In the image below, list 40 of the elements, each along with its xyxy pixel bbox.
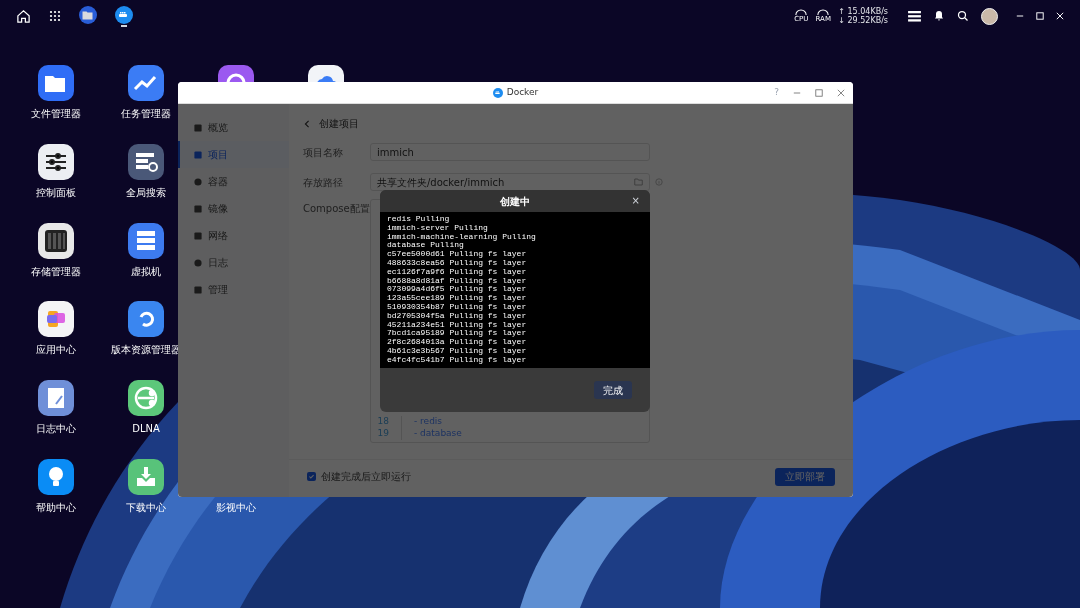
page-title: 创建项目 [319, 117, 359, 131]
app-label: 存储管理器 [31, 265, 81, 278]
log-line: 45211a234e51 Pulling fs layer [387, 320, 528, 329]
log-line: c57ee5000d61 Pulling fs layer [387, 250, 528, 259]
download-speed: ↓ 29.52KB/s [838, 16, 888, 25]
log-line: redis Pulling [387, 215, 451, 223]
app-label: 下载中心 [126, 502, 166, 514]
log-line: 510930354b87 Pulling fs layer [387, 302, 528, 311]
log-line: e4fc4fc541b7 Pulling fs layer [387, 355, 528, 365]
upload-speed: ↑ 15.04KB/s [838, 7, 888, 16]
field-label: 项目名称 [303, 145, 344, 160]
app-label: 任务管理器 [121, 108, 171, 120]
log-line: immich-server Pulling [387, 223, 488, 232]
app-label: 帮助中心 [36, 502, 76, 514]
log-line: database Pulling [387, 241, 464, 251]
app-label: 控制面板 [36, 186, 76, 199]
log-line: 7bcd1ca95189 Pulling fs layer [387, 329, 528, 339]
log-line: ec1126f7a9f6 Pulling fs layer [387, 267, 528, 276]
dialog-title: 创建中 [500, 194, 530, 209]
log-line: 4b61c3e3b567 Pulling fs layer [387, 346, 528, 355]
code-line: - database [413, 427, 462, 441]
code-line: - redis [413, 415, 443, 429]
log-line: 2f8c2684013a Pulling fs layer [387, 338, 528, 347]
field-label: 存放路径 [303, 175, 344, 190]
log-line: bd2705304f5a Pulling fs layer [387, 311, 528, 320]
line-number: 19 [376, 427, 389, 441]
line-number: 18 [376, 415, 389, 429]
app-label: 虚拟机 [131, 265, 161, 278]
log-line: immich-machine-learning Pulling [387, 232, 537, 242]
log-line: 123a55cee189 Pulling fs layer [387, 294, 528, 303]
log-line: 488633c8ea56 Pulling fs layer [387, 259, 528, 267]
window-title: Docker [506, 85, 539, 99]
app-label: 日志中心 [36, 423, 76, 436]
app-label: DLNA [132, 423, 160, 436]
log-line: 073099a4d6f5 Pulling fs layer [387, 285, 528, 295]
app-label: 影视中心 [216, 502, 256, 514]
app-label: 应用中心 [36, 344, 76, 357]
app-label: 全局搜索 [126, 186, 166, 199]
app-label: 文件管理器 [31, 108, 81, 120]
log-line: b6688a8d81af Pulling fs layer [387, 276, 528, 285]
